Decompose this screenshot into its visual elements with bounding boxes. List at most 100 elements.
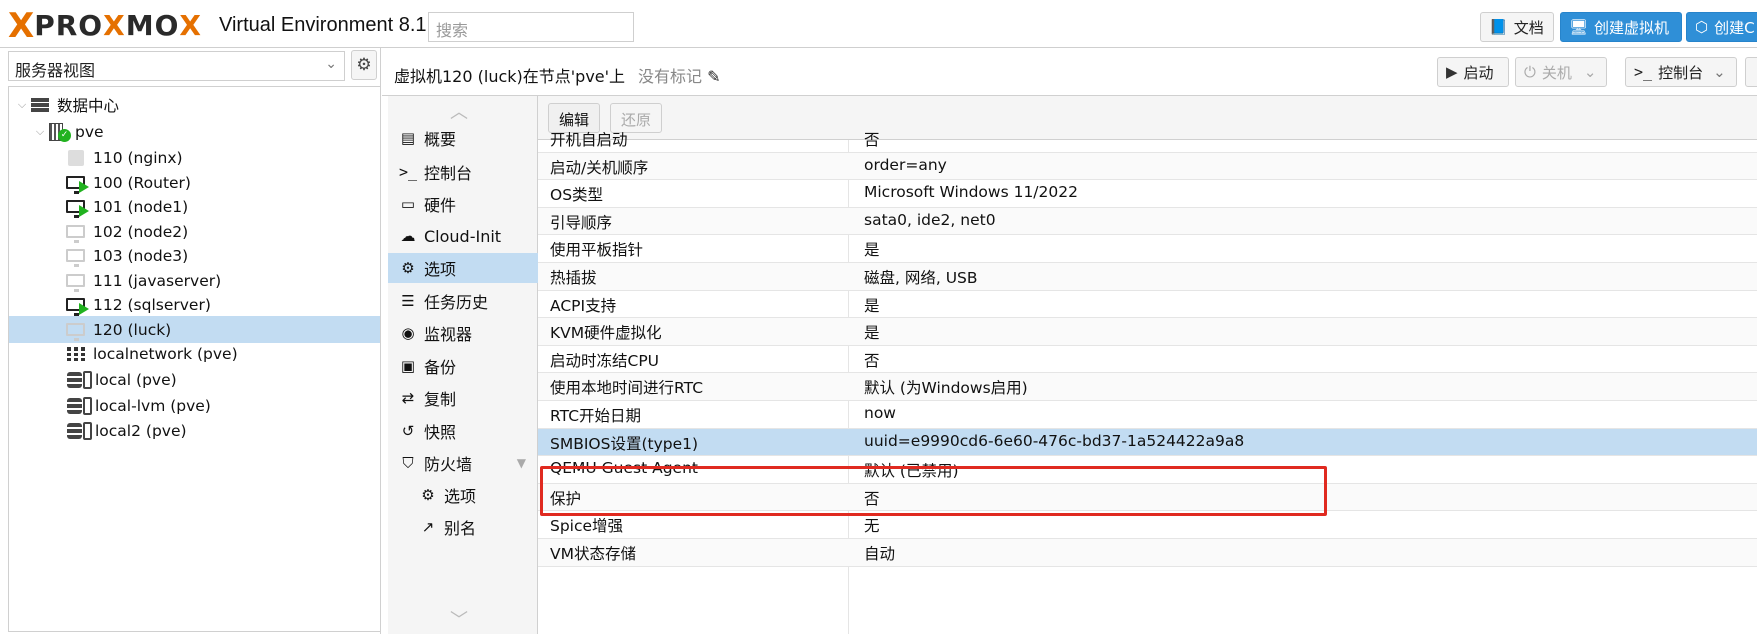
vm-title: 虚拟机120 (luck)在节点'pve'上 <box>394 67 626 86</box>
view-select-value: 服务器视图 <box>15 61 96 80</box>
option-row[interactable]: 启动/关机顺序 order=any <box>538 152 1757 181</box>
option-row[interactable]: KVM硬件虚拟化 是 <box>538 318 1757 346</box>
docs-label: 文档 <box>1513 18 1544 37</box>
node-online-icon: ✓ <box>47 122 71 142</box>
option-key: SMBIOS设置(type1) <box>550 434 699 453</box>
menu-cloud-init[interactable]: ☁ Cloud-Init <box>388 221 538 251</box>
option-row[interactable]: 保护 否 <box>538 483 1757 512</box>
vm-running-icon <box>65 174 89 194</box>
chevron-down-icon[interactable]: ▼ <box>517 456 526 470</box>
console-label: 控制台 <box>1658 63 1704 82</box>
view-select[interactable]: 服务器视图 ⌄ <box>8 51 345 81</box>
container-icon <box>65 149 87 167</box>
tree-item-local[interactable]: local (pve) <box>9 366 380 393</box>
option-row[interactable]: Spice增强 无 <box>538 511 1757 539</box>
menu-snapshot[interactable]: ↺ 快照 <box>388 416 538 446</box>
create-vm-label: 创建虚拟机 <box>1594 18 1670 37</box>
create-vm-button[interactable]: 🖥 创建虚拟机 <box>1560 12 1682 42</box>
option-row[interactable]: ACPI支持 是 <box>538 291 1757 319</box>
option-row[interactable]: 使用平板指针 是 <box>538 235 1757 263</box>
menu-label: 控制台 <box>424 164 473 183</box>
tree-item-102[interactable]: 102 (node2) <box>9 218 380 245</box>
tree-item-101[interactable]: 101 (node1) <box>9 193 380 220</box>
option-row[interactable]: 使用本地时间进行RTC 默认 (为Windows启用) <box>538 373 1757 401</box>
logo-x: X <box>8 6 35 46</box>
gear-icon: ⚙ <box>401 259 415 277</box>
menu-firewall[interactable]: ⛉ 防火墙 ▼ <box>388 448 538 478</box>
start-button[interactable]: ▶ 启动 <box>1437 57 1509 87</box>
tree-item-localnetwork[interactable]: localnetwork (pve) <box>9 340 380 367</box>
tree-label: pve <box>75 122 104 141</box>
menu-task-history[interactable]: ☰ 任务历史 <box>388 286 538 316</box>
gear-icon[interactable]: ⚙ <box>351 50 377 80</box>
tree-label: local (pve) <box>95 370 177 389</box>
menu-hardware[interactable]: ▭ 硬件 <box>388 189 538 219</box>
option-value: order=any <box>864 155 947 174</box>
terminal-icon: >_ <box>398 163 418 181</box>
search-input[interactable]: 搜索 <box>428 12 634 42</box>
storage-icon <box>65 370 93 389</box>
chevron-down-icon[interactable]: ⌵ <box>33 125 47 139</box>
option-row[interactable]: RTC开始日期 now <box>538 401 1757 429</box>
tree-label: 103 (node3) <box>93 246 189 265</box>
menu-firewall-options[interactable]: ⚙ 选项 <box>388 480 538 510</box>
menu-label: 选项 <box>444 487 477 506</box>
tree-item-112[interactable]: 112 (sqlserver) <box>9 291 380 318</box>
tree-item-120[interactable]: 120 (luck) <box>9 316 380 343</box>
tree-item-local2[interactable]: local2 (pve) <box>9 417 380 444</box>
tags-area[interactable]: 没有标记 ✎ <box>638 63 721 87</box>
scroll-up-icon[interactable]: ︿ <box>450 98 468 124</box>
option-row[interactable]: QEMU Guest Agent 默认 (已禁用) <box>538 456 1757 484</box>
option-key: Spice增强 <box>550 517 624 536</box>
chevron-down-icon[interactable]: ⌄ <box>1584 63 1597 81</box>
vm-stopped-icon <box>65 223 87 243</box>
menu-label: 概要 <box>424 130 457 149</box>
more-button[interactable] <box>1745 57 1757 87</box>
chevron-down-icon[interactable]: ⌵ <box>15 98 29 112</box>
tree-label: 101 (node1) <box>93 197 189 216</box>
book-icon: 📘 <box>1489 18 1508 36</box>
menu-console[interactable]: >_ 控制台 <box>388 157 538 187</box>
option-row[interactable]: 引导顺序 sata0, ide2, net0 <box>538 207 1757 236</box>
menu-label: 别名 <box>444 519 477 538</box>
tree-item-pve[interactable]: ⌵ ✓ pve <box>9 118 380 145</box>
option-row[interactable]: 开机自启动 否 <box>538 125 1757 153</box>
shutdown-button[interactable]: ⏻ 关机 ⌄ <box>1515 57 1607 87</box>
list-icon: ☰ <box>401 292 415 310</box>
chevron-down-icon[interactable]: ⌄ <box>1713 63 1726 81</box>
tree-item-103[interactable]: 103 (node3) <box>9 242 380 269</box>
option-key: 启动时冻结CPU <box>550 351 660 370</box>
menu-firewall-alias[interactable]: ↗ 别名 <box>388 512 538 542</box>
option-key: 使用本地时间进行RTC <box>550 379 704 398</box>
create-ct-button[interactable]: ⬡ 创建C <box>1686 12 1757 42</box>
tree-item-111[interactable]: 111 (javaserver) <box>9 267 380 294</box>
option-row[interactable]: OS类型 Microsoft Windows 11/2022 <box>538 180 1757 208</box>
proxmox-logo[interactable]: X PROXMOX <box>8 6 202 46</box>
menu-monitor[interactable]: ◉ 监视器 <box>388 318 538 348</box>
eye-icon: ◉ <box>401 324 415 342</box>
scroll-down-icon[interactable]: ﹀ <box>450 606 468 632</box>
menu-replication[interactable]: ⇄ 复制 <box>388 383 538 413</box>
tree-item-local-lvm[interactable]: local-lvm (pve) <box>9 392 380 419</box>
option-row[interactable]: 热插拔 磁盘, 网络, USB <box>538 263 1757 291</box>
option-value: 默认 (已禁用) <box>864 462 959 481</box>
menu-backup[interactable]: ▣ 备份 <box>388 351 538 381</box>
menu-label: 防火墙 <box>424 455 473 474</box>
vm-header: 虚拟机120 (luck)在节点'pve'上 没有标记 ✎ ▶ 启动 ⏻ 关机 … <box>382 48 1757 96</box>
pencil-icon[interactable]: ✎ <box>707 67 720 86</box>
storage-icon <box>65 396 93 415</box>
menu-options[interactable]: ⚙ 选项 <box>388 253 538 283</box>
docs-button[interactable]: 📘 文档 <box>1480 12 1554 42</box>
menu-label: 硬件 <box>424 196 457 215</box>
option-value: 是 <box>864 296 880 315</box>
tree-item-datacenter[interactable]: ⌵ 数据中心 <box>9 91 380 118</box>
menu-summary[interactable]: ▤ 概要 <box>388 123 538 153</box>
menu-label: 备份 <box>424 358 457 377</box>
power-icon: ⏻ <box>1524 63 1536 81</box>
tree-item-110[interactable]: 110 (nginx) <box>9 144 380 171</box>
option-row[interactable]: SMBIOS设置(type1) uuid=e9990cd6-6e60-476c-b… <box>538 428 1757 457</box>
option-row[interactable]: 启动时冻结CPU 否 <box>538 346 1757 374</box>
option-row[interactable]: VM状态存储 自动 <box>538 539 1757 567</box>
tree-item-100[interactable]: 100 (Router) <box>9 169 380 196</box>
console-button[interactable]: >_ 控制台 ⌄ <box>1625 57 1737 87</box>
